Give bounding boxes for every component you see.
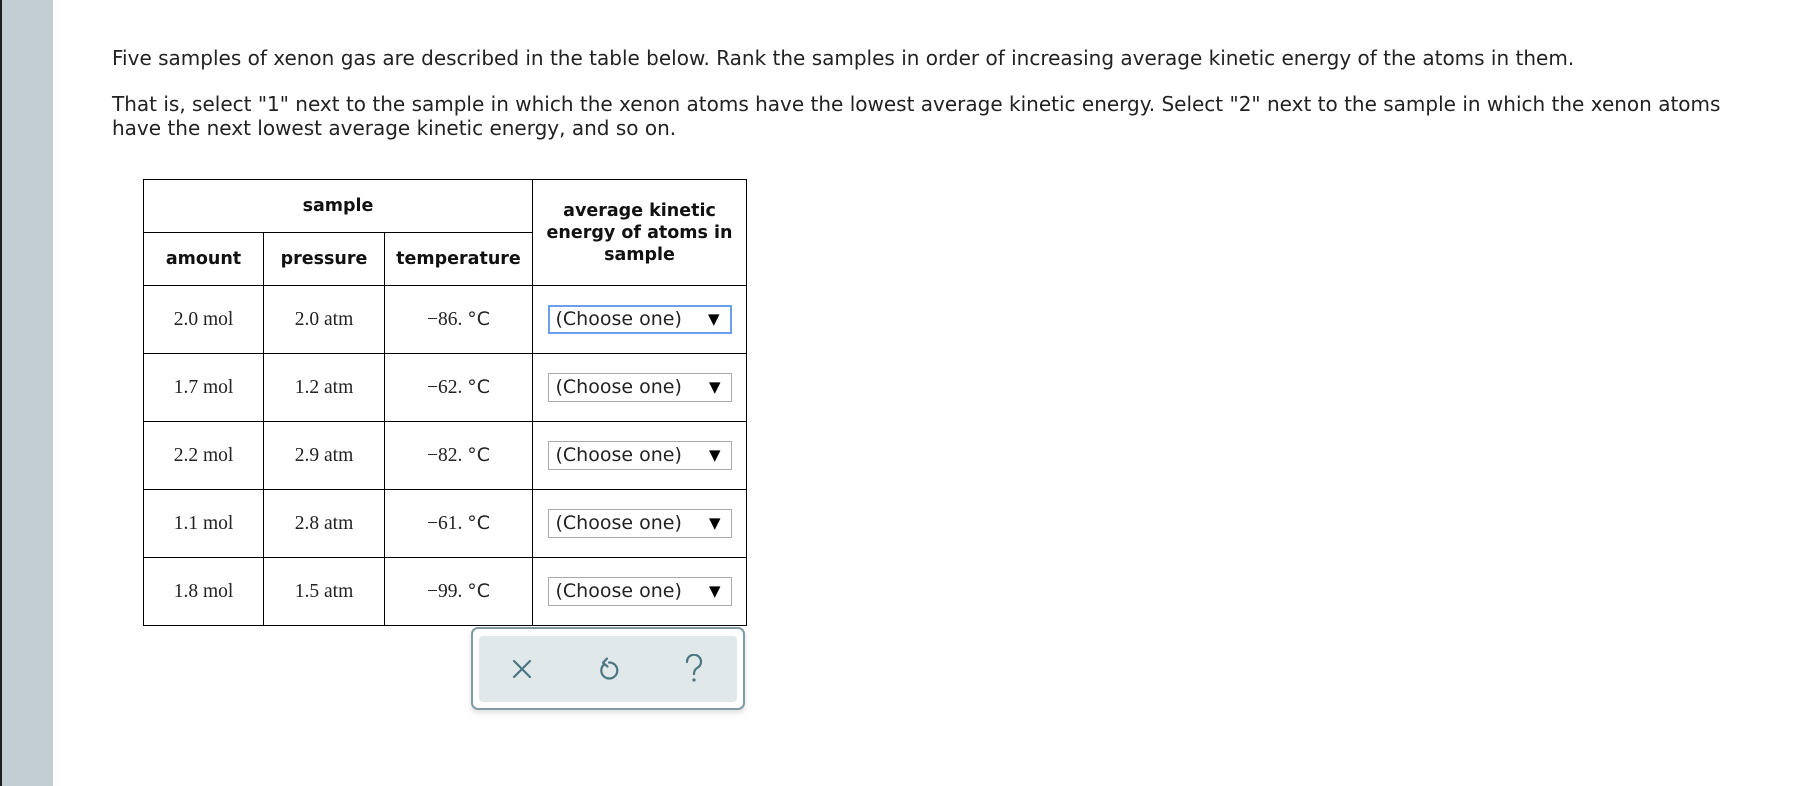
table-row: 2.2 mol 2.9 atm −82. °C (Choose one) ▼ [143,421,747,490]
pressure-cell: 2.9 atm [263,421,385,490]
prompt-paragraph-2: That is, select "1" next to the sample i… [112,92,1720,140]
temperature-value: −82. [426,445,463,466]
rank-dropdown[interactable]: (Choose one) ▼ [547,305,732,334]
prompt-paragraph-2-line-2: have the next lowest average kinetic ene… [112,116,677,140]
temperature-column-header: temperature [384,232,533,286]
amount-cell: 1.8 mol [143,557,264,626]
close-icon [512,659,532,679]
rank-cell: (Choose one) ▼ [532,285,747,354]
prompt-paragraph-2-line-1: That is, select "1" next to the sample i… [112,92,1721,116]
clear-button[interactable] [492,636,552,702]
help-icon [685,654,703,682]
table-row: 1.8 mol 1.5 atm −99. °C (Choose one) ▼ [143,557,747,626]
samples-table: sample average kinetic energy of atoms i… [143,179,747,626]
dropdown-arrow-icon: ▼ [708,582,721,600]
table-row: 1.1 mol 2.8 atm −61. °C (Choose one) ▼ [143,489,747,558]
temperature-cell: −62. °C [384,353,533,422]
answer-toolbar [471,627,745,710]
rank-dropdown[interactable]: (Choose one) ▼ [547,509,732,538]
pressure-cell: 1.2 atm [263,353,385,422]
rank-dropdown[interactable]: (Choose one) ▼ [547,577,732,606]
sample-group-header: sample [143,179,533,233]
rank-cell: (Choose one) ▼ [532,353,747,422]
pressure-cell: 1.5 atm [263,557,385,626]
prompt-paragraph-1: Five samples of xenon gas are described … [112,46,1575,70]
dropdown-arrow-icon: ▼ [708,378,721,396]
pressure-column-header: pressure [263,232,385,286]
dropdown-arrow-icon: ▼ [707,310,720,328]
table-row: 2.0 mol 2.0 atm −86. °C (Choose one) ▼ [143,285,747,354]
temperature-cell: −86. °C [384,285,533,354]
temperature-value: −99. [426,581,463,602]
temperature-cell: −61. °C [384,489,533,558]
side-panel [2,0,53,786]
rank-cell: (Choose one) ▼ [532,421,747,490]
dropdown-value: (Choose one) [555,512,682,534]
temperature-unit: °C [467,308,491,330]
temperature-value: −61. [426,513,463,534]
undo-icon [600,657,619,680]
toolbar-panel [479,636,737,702]
temperature-cell: −82. °C [384,421,533,490]
amount-cell: 2.2 mol [143,421,264,490]
temperature-value: −62. [426,377,463,398]
help-button[interactable] [664,636,724,702]
rank-dropdown[interactable]: (Choose one) ▼ [547,441,732,470]
dropdown-value: (Choose one) [555,376,682,398]
temperature-unit: °C [467,444,491,466]
table-row: 1.7 mol 1.2 atm −62. °C (Choose one) ▼ [143,353,747,422]
dropdown-arrow-icon: ▼ [708,446,721,464]
temperature-value: −86. [426,309,463,330]
pressure-cell: 2.8 atm [263,489,385,558]
dropdown-arrow-icon: ▼ [708,514,721,532]
amount-cell: 2.0 mol [143,285,264,354]
dropdown-value: (Choose one) [555,308,682,330]
rank-cell: (Choose one) ▼ [532,557,747,626]
dropdown-value: (Choose one) [555,580,682,602]
rank-column-header: average kinetic energy of atoms in sampl… [532,179,747,286]
rank-dropdown[interactable]: (Choose one) ▼ [547,373,732,402]
pressure-cell: 2.0 atm [263,285,385,354]
amount-column-header: amount [143,232,264,286]
temperature-unit: °C [467,376,491,398]
dropdown-value: (Choose one) [555,444,682,466]
temperature-unit: °C [467,512,491,534]
undo-button[interactable] [578,636,638,702]
temperature-cell: −99. °C [384,557,533,626]
temperature-unit: °C [467,580,491,602]
rank-cell: (Choose one) ▼ [532,489,747,558]
amount-cell: 1.7 mol [143,353,264,422]
amount-cell: 1.1 mol [143,489,264,558]
